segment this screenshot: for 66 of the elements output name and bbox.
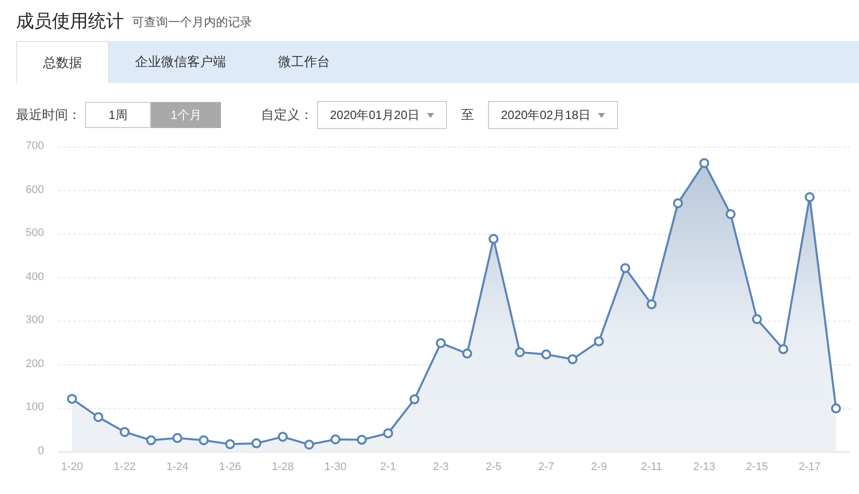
data-point <box>172 433 182 444</box>
date-select[interactable]: 2020年02月18日 <box>488 101 618 129</box>
x-axis-label: 1-28 <box>272 462 294 473</box>
x-axis-label: 2-1 <box>380 462 396 473</box>
data-point <box>568 354 578 364</box>
data-point <box>462 348 472 359</box>
data-point <box>436 338 446 348</box>
data-point <box>831 403 841 414</box>
data-point <box>409 394 420 404</box>
data-point <box>488 234 499 244</box>
data-point <box>67 394 77 404</box>
x-axis-label: 1-20 <box>60 462 84 473</box>
x-axis-label: 2-3 <box>432 462 449 473</box>
data-point <box>120 426 130 437</box>
data-point <box>620 263 630 274</box>
data-point <box>304 440 314 450</box>
tab[interactable]: 总数据 <box>16 41 109 83</box>
data-point <box>93 412 104 422</box>
y-axis-label: 0 <box>38 446 44 457</box>
date-select[interactable]: 2020年01月20日 <box>317 101 447 129</box>
data-point <box>594 336 604 346</box>
page-subtitle: 可查询一个月内的记录 <box>132 16 252 30</box>
data-point <box>383 428 394 438</box>
x-axis-label: 2-15 <box>746 462 768 473</box>
separator-text: 至 <box>461 106 474 124</box>
data-point <box>752 314 762 324</box>
dropdown-caret-icon <box>427 112 434 118</box>
data-point <box>146 435 156 446</box>
y-axis-label: 700 <box>26 141 44 152</box>
x-axis-label: 2-11 <box>640 462 662 473</box>
data-point <box>726 209 736 220</box>
data-point <box>198 435 209 446</box>
x-axis-label: 1-26 <box>219 462 242 473</box>
x-axis-label: 2-13 <box>693 462 716 473</box>
data-point <box>225 439 236 450</box>
data-point <box>804 192 815 202</box>
filter-label: 最近时间： <box>16 106 81 124</box>
y-axis-label: 600 <box>26 184 44 196</box>
data-point <box>541 349 552 360</box>
data-point <box>278 432 288 442</box>
page-title: 成员使用统计 <box>16 12 124 30</box>
x-axis-label: 2-9 <box>590 462 607 473</box>
x-axis-label: 2-17 <box>798 462 821 473</box>
range-button[interactable]: 1周 <box>85 102 151 128</box>
x-axis-label: 2-5 <box>486 462 502 473</box>
y-axis-label: 500 <box>26 228 44 240</box>
x-axis-label: 1-30 <box>324 462 346 473</box>
x-axis-label: 1-24 <box>166 462 188 473</box>
y-axis-label: 100 <box>26 402 44 414</box>
tab[interactable]: 微工作台 <box>252 41 356 83</box>
data-point <box>251 438 262 448</box>
tab[interactable]: 企业微信客户端 <box>109 41 252 83</box>
data-point <box>699 158 710 168</box>
dropdown-caret-icon <box>598 112 605 118</box>
data-point <box>514 347 525 358</box>
data-point <box>330 434 340 444</box>
filter-label: 自定义： <box>261 106 313 124</box>
data-point <box>778 344 788 354</box>
data-point <box>672 198 683 208</box>
y-axis-label: 300 <box>26 315 44 326</box>
x-axis-label: 1-22 <box>114 462 136 473</box>
y-axis-label: 400 <box>26 272 44 283</box>
data-point <box>646 299 657 310</box>
y-axis-label: 200 <box>26 358 44 370</box>
data-point <box>356 434 367 445</box>
x-axis-label: 2-7 <box>538 462 554 473</box>
